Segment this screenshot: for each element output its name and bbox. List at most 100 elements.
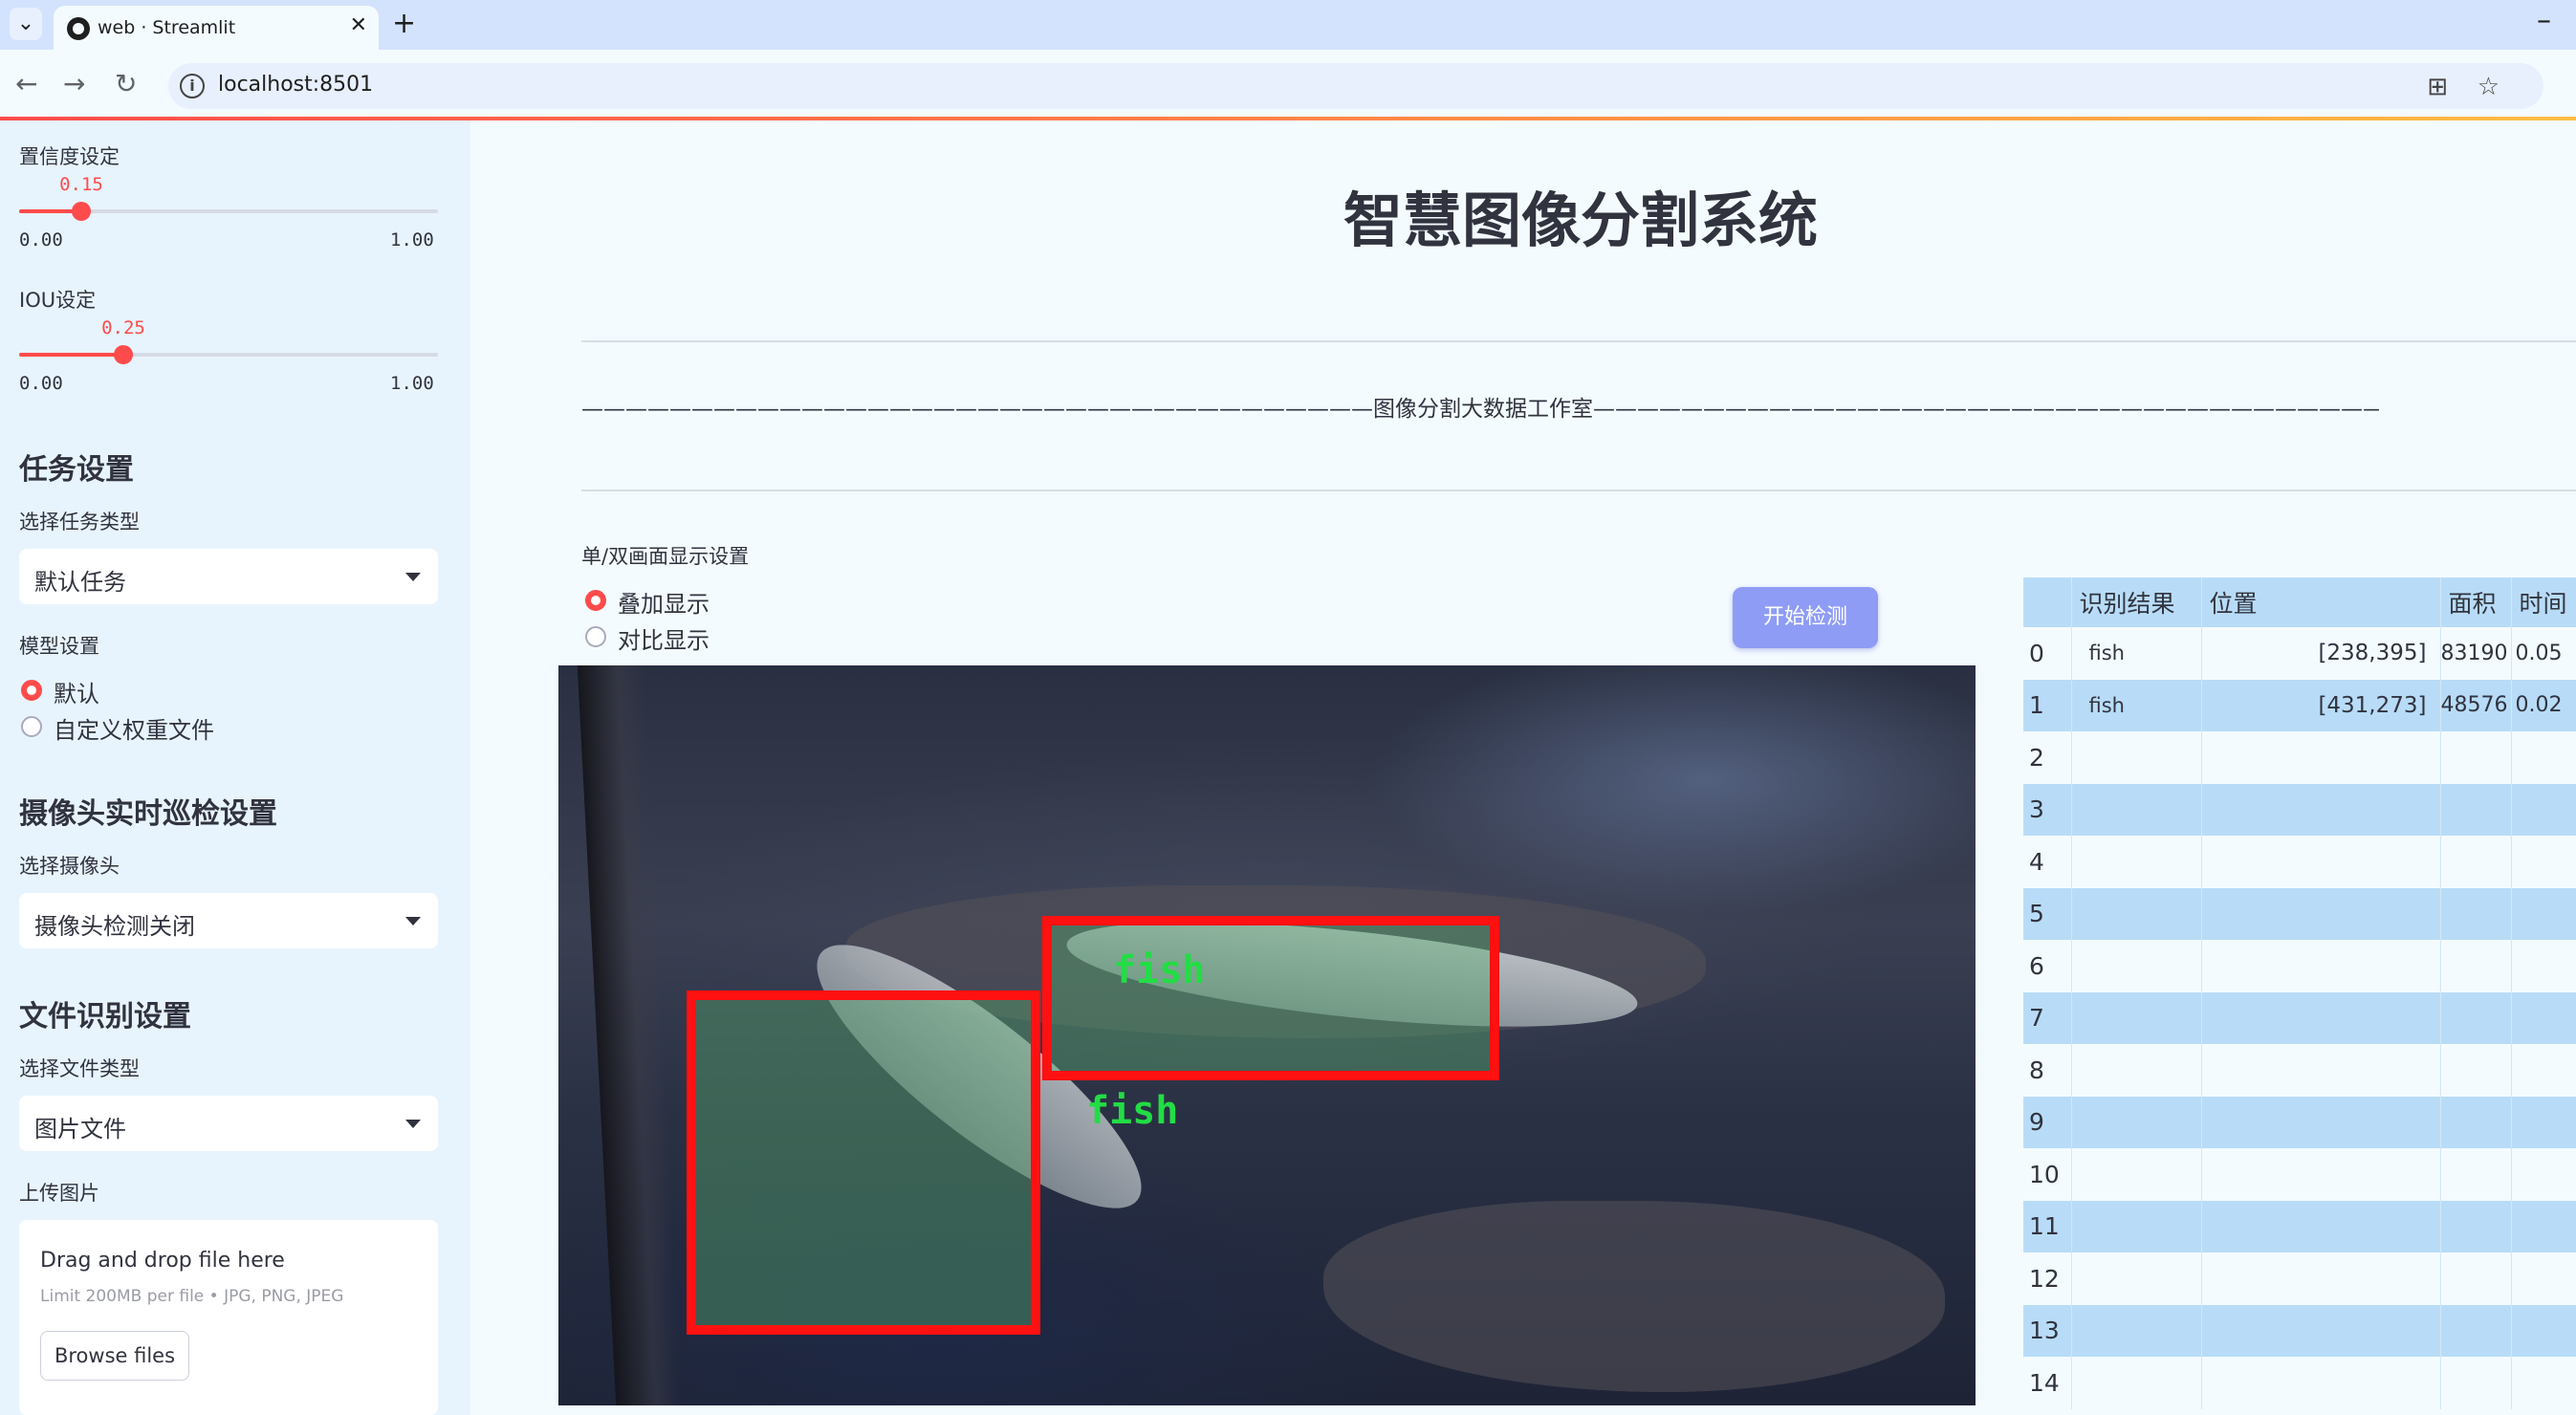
camera-select[interactable]: 摄像头检测关闭 bbox=[19, 893, 438, 948]
iou-label: IOU设定 bbox=[19, 289, 97, 312]
table-cell-index: 14 bbox=[2023, 1357, 2072, 1409]
table-row[interactable]: 6 bbox=[2023, 940, 2576, 992]
confidence-label: 置信度设定 bbox=[19, 145, 120, 168]
table-row[interactable]: 0 fish [238,395] 83190 0.05 bbox=[2023, 627, 2576, 680]
camera-settings-heading: 摄像头实时巡检设置 bbox=[19, 797, 277, 831]
sidebar: 置信度设定 0.15 0.00 1.00 IOU设定 0.25 0.00 1.0… bbox=[0, 120, 470, 1415]
table-cell-position bbox=[2201, 1200, 2441, 1252]
table-cell-index: 5 bbox=[2023, 887, 2072, 940]
file-type-select[interactable]: 图片文件 bbox=[19, 1096, 438, 1151]
table-cell-time bbox=[2511, 1044, 2576, 1097]
table-cell-area bbox=[2440, 731, 2512, 784]
table-cell-position bbox=[2201, 1148, 2441, 1201]
table-cell-time bbox=[2511, 991, 2576, 1044]
table-row[interactable]: 3 bbox=[2023, 783, 2576, 836]
tab-search-chevron-icon[interactable]: ⌄ bbox=[10, 8, 42, 40]
table-cell-area bbox=[2440, 1096, 2512, 1148]
table-row[interactable]: 5 bbox=[2023, 887, 2576, 940]
file-uploader-dropzone[interactable]: Drag and drop file here Limit 200MB per … bbox=[19, 1220, 438, 1415]
browse-files-button[interactable]: Browse files bbox=[40, 1331, 189, 1381]
table-cell-position: [431,273] bbox=[2201, 679, 2441, 731]
forward-arrow-icon[interactable]: → bbox=[63, 65, 85, 103]
task-type-value: 默认任务 bbox=[34, 569, 126, 596]
model-settings-label: 模型设置 bbox=[19, 635, 99, 658]
streamlit-favicon-icon bbox=[67, 17, 90, 40]
table-cell-result bbox=[2071, 1252, 2202, 1305]
table-cell-index: 6 bbox=[2023, 940, 2072, 992]
table-row[interactable]: 7 bbox=[2023, 991, 2576, 1044]
url-text[interactable]: localhost:8501 bbox=[218, 73, 373, 97]
translate-icon[interactable]: ⊞ bbox=[2427, 73, 2448, 101]
table-cell-index: 7 bbox=[2023, 991, 2072, 1044]
table-row[interactable]: 14 bbox=[2023, 1357, 2576, 1409]
detection-box bbox=[687, 990, 1040, 1335]
iou-min: 0.00 bbox=[19, 373, 63, 394]
upload-title: Drag and drop file here bbox=[40, 1249, 285, 1273]
table-cell-position bbox=[2201, 887, 2441, 940]
task-type-label: 选择任务类型 bbox=[19, 511, 140, 533]
table-cell-area bbox=[2440, 1044, 2512, 1097]
table-cell-position: [238,395] bbox=[2201, 627, 2441, 680]
table-row[interactable]: 13 bbox=[2023, 1304, 2576, 1357]
table-cell-position bbox=[2201, 731, 2441, 784]
table-cell-index: 12 bbox=[2023, 1252, 2072, 1305]
table-row[interactable]: 2 bbox=[2023, 731, 2576, 784]
iou-slider[interactable] bbox=[19, 345, 438, 364]
file-settings-heading: 文件识别设置 bbox=[19, 1000, 191, 1034]
close-tab-icon[interactable]: ✕ bbox=[350, 13, 367, 37]
bookmark-star-icon[interactable]: ☆ bbox=[2478, 73, 2500, 101]
back-arrow-icon[interactable]: ← bbox=[15, 65, 37, 103]
table-row[interactable]: 4 bbox=[2023, 836, 2576, 888]
detection-result-image: fish fish bbox=[558, 665, 1976, 1405]
divider-bottom bbox=[581, 490, 2576, 491]
table-cell-result: fish bbox=[2071, 679, 2202, 731]
display-radio-overlay-label: 叠加显示 bbox=[618, 591, 709, 618]
table-cell-time bbox=[2511, 783, 2576, 836]
table-cell-time: 0.02 bbox=[2511, 679, 2576, 731]
table-cell-area bbox=[2440, 836, 2512, 888]
start-detection-button[interactable]: 开始检测 bbox=[1733, 587, 1878, 648]
rock-bottom bbox=[1323, 1201, 1945, 1392]
iou-slider-thumb[interactable] bbox=[114, 345, 133, 364]
reload-icon[interactable]: ↻ bbox=[115, 65, 137, 103]
site-info-icon[interactable]: i bbox=[180, 74, 205, 98]
table-header-result[interactable]: 识别结果 bbox=[2071, 577, 2202, 627]
radio-selected-icon[interactable] bbox=[585, 590, 606, 611]
chevron-down-icon bbox=[405, 573, 421, 581]
studio-banner: ————————————————————————————————————图像分割… bbox=[581, 397, 2379, 422]
table-row[interactable]: 9 bbox=[2023, 1096, 2576, 1148]
task-type-select[interactable]: 默认任务 bbox=[19, 549, 438, 604]
table-cell-area bbox=[2440, 991, 2512, 1044]
table-cell-index: 3 bbox=[2023, 783, 2072, 836]
browser-tab[interactable]: web · Streamlit ✕ bbox=[54, 6, 379, 50]
table-cell-time bbox=[2511, 1096, 2576, 1148]
table-row[interactable]: 11 bbox=[2023, 1200, 2576, 1252]
table-header-area[interactable]: 面积 bbox=[2440, 577, 2512, 627]
table-cell-time bbox=[2511, 940, 2576, 992]
radio-unselected-icon[interactable] bbox=[21, 716, 42, 737]
file-type-label: 选择文件类型 bbox=[19, 1057, 140, 1080]
table-row[interactable]: 12 bbox=[2023, 1252, 2576, 1305]
table-row[interactable]: 8 bbox=[2023, 1044, 2576, 1097]
page-title: 智慧图像分割系统 bbox=[1343, 185, 1818, 255]
radio-unselected-icon[interactable] bbox=[585, 626, 606, 647]
minimize-window-icon[interactable]: – bbox=[2537, 4, 2551, 37]
table-cell-index: 10 bbox=[2023, 1148, 2072, 1201]
radio-selected-icon[interactable] bbox=[21, 680, 42, 701]
table-cell-position bbox=[2201, 1304, 2441, 1357]
results-table[interactable]: 识别结果 位置 面积 时间 0 fish [238,395] 83190 0.05 1 fi… bbox=[2023, 577, 2576, 1409]
address-bar[interactable]: i localhost:8501 ⊞ ☆ bbox=[168, 63, 2543, 109]
table-header-position[interactable]: 位置 bbox=[2201, 577, 2441, 627]
camera-label: 选择摄像头 bbox=[19, 855, 120, 878]
table-header-time[interactable]: 时间 bbox=[2511, 577, 2576, 627]
table-cell-index: 13 bbox=[2023, 1304, 2072, 1357]
table-row[interactable]: 1 fish [431,273] 48576 0.02 bbox=[2023, 679, 2576, 731]
table-cell-area: 48576 bbox=[2440, 679, 2512, 731]
table-cell-time bbox=[2511, 1148, 2576, 1201]
new-tab-icon[interactable]: + bbox=[392, 8, 416, 40]
table-cell-index: 2 bbox=[2023, 731, 2072, 784]
table-row[interactable]: 10 bbox=[2023, 1148, 2576, 1201]
browser-tab-bar: ⌄ web · Streamlit ✕ + – bbox=[0, 0, 2576, 50]
table-cell-area bbox=[2440, 1200, 2512, 1252]
table-cell-time bbox=[2511, 1304, 2576, 1357]
